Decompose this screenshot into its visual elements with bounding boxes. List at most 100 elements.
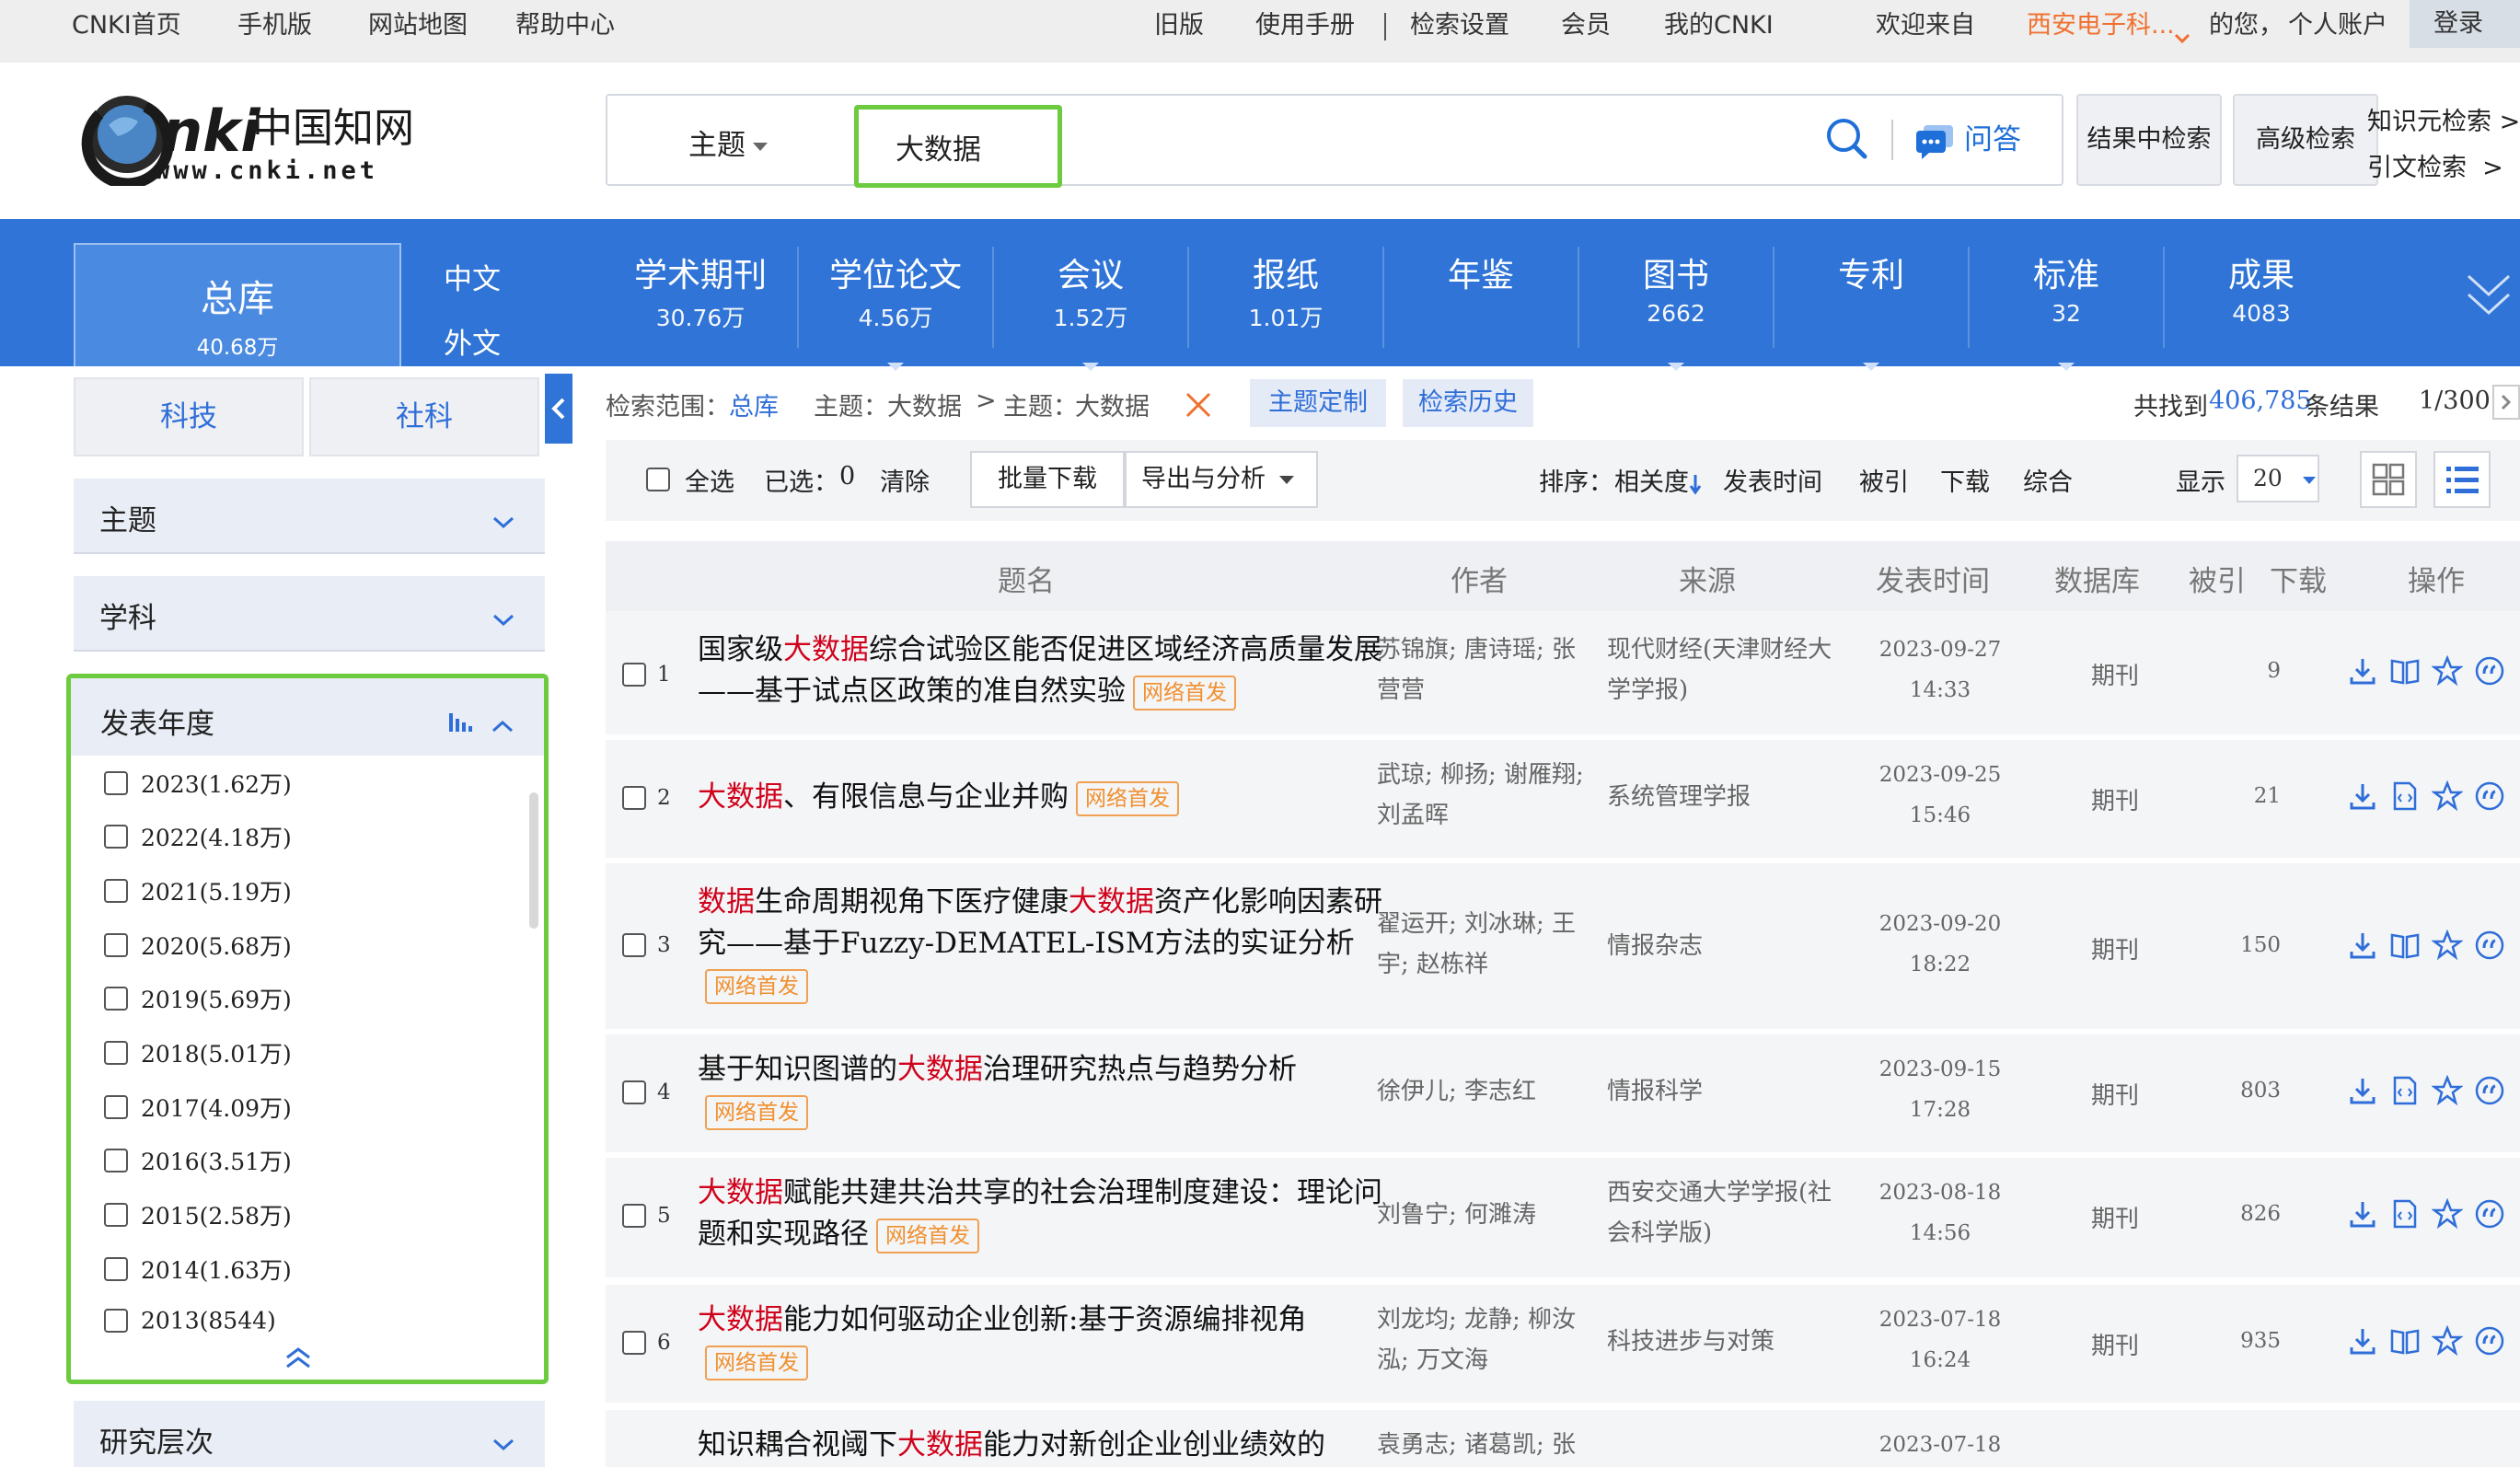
authors[interactable]: 刘鲁宁; 何濉涛 [1377,1195,1598,1235]
sort-date[interactable]: 发表时间 [1723,462,1822,498]
login-button[interactable]: 登录 [2410,0,2520,48]
advanced-search-button[interactable]: 高级检索 [2233,94,2378,186]
tab-total[interactable]: 总库 40.68万 [74,243,401,366]
tab-yearbooks[interactable]: 年鉴 [1384,256,1578,300]
sitemap-link[interactable]: 网站地图 [368,9,468,42]
tab-dissertations[interactable]: 学位论文 4.56万 [799,256,992,371]
checkbox[interactable] [104,1041,128,1065]
qa-button[interactable]: 问答 [1914,116,2021,160]
grid-view-icon[interactable] [2360,451,2417,508]
source-link[interactable]: 西安交通大学学报(社会科学版) [1607,1172,1846,1253]
knowledge-search-link[interactable]: 知识元检索 > [2367,101,2520,137]
tab-conference[interactable]: 会议 1.52万 [994,256,1187,371]
my-cnki-link[interactable]: 我的CNKI [1664,9,1774,42]
year-option[interactable]: 2022(4.18万) [104,820,292,857]
search-history-button[interactable]: 检索历史 [1403,379,1533,427]
year-option[interactable]: 2019(5.69万) [104,982,292,1019]
clear-selection-link[interactable]: 清除 [880,462,930,498]
year-option[interactable]: 2013(8544) [104,1306,276,1343]
export-analysis-button[interactable]: 导出与分析 [1125,451,1318,508]
checkbox[interactable] [104,987,128,1011]
search-field-select[interactable]: 主题 [688,121,768,163]
tab-chinese[interactable]: 中文 [444,256,501,297]
close-icon[interactable] [1184,390,1213,426]
cnki-home-link[interactable]: CNKI首页 [72,9,181,42]
topic-customize-button[interactable]: 主题定制 [1250,379,1386,427]
bar-chart-icon[interactable] [448,706,474,739]
mobile-link[interactable]: 手机版 [237,9,312,42]
tab-standards[interactable]: 标准 32 [1970,256,2163,371]
source-link[interactable]: 情报杂志 [1607,926,1846,966]
source-link[interactable]: 系统管理学报 [1607,777,1846,817]
checkbox[interactable] [104,771,128,795]
checkbox[interactable] [104,879,128,903]
row-checkbox[interactable] [622,1331,646,1355]
result-title-link[interactable]: 大数据能力如何驱动企业创新:基于资源编排视角网络首发 [698,1300,1388,1382]
member-link[interactable]: 会员 [1561,9,1611,42]
org-link[interactable]: 西安电子科... [2027,9,2175,42]
checkbox[interactable] [104,1309,128,1333]
authors[interactable]: 徐伊儿; 李志红 [1377,1071,1598,1112]
authors[interactable]: 翟运开; 刘冰琳; 王宇; 赵栋祥 [1377,904,1598,985]
next-page-button[interactable] [2492,385,2520,420]
result-title-link[interactable]: 国家级大数据综合试验区能否促进区域经济高质量发展——基于试点区政策的准自然实验网… [698,630,1388,712]
tab-patents[interactable]: 专利 [1774,256,1968,371]
chevron-up-icon[interactable] [491,708,514,741]
select-all-checkbox[interactable] [646,464,670,492]
scope-value[interactable]: 总库 [729,387,779,422]
search-settings-link[interactable]: 检索设置 [1410,9,1509,42]
tab-science[interactable]: 科技 [74,377,304,456]
citation-search-link[interactable]: 引文检索 > [2367,147,2503,183]
authors[interactable]: 苏锦旗; 唐诗瑶; 张营营 [1377,630,1598,710]
row-checkbox[interactable] [622,933,646,957]
expand-nav-icon[interactable] [2467,271,2511,326]
search-input[interactable]: 大数据 [854,105,1062,188]
year-option[interactable]: 2014(1.63万) [104,1253,292,1289]
cnki-logo[interactable]: nki 中国知网 www.cnki.net [81,88,449,190]
source-link[interactable]: 现代财经(天津财经大学学报) [1607,630,1846,710]
sort-overall[interactable]: 综合 [2023,462,2073,498]
tab-books[interactable]: 图书 2662 [1579,256,1773,371]
checkbox[interactable] [104,933,128,957]
checkbox[interactable] [104,1257,128,1281]
source-link[interactable]: 科技进步与对策 [1607,1322,1846,1362]
page-size-select[interactable]: 20 [2237,455,2319,502]
list-view-icon[interactable] [2433,451,2491,508]
manual-link[interactable]: 使用手册 [1255,9,1355,42]
year-option[interactable]: 2015(2.58万) [104,1198,292,1235]
tab-journals[interactable]: 学术期刊 30.76万 [604,256,797,333]
tab-newspapers[interactable]: 报纸 1.01万 [1189,256,1382,333]
help-link[interactable]: 帮助中心 [515,9,615,42]
authors[interactable]: 刘龙均; 龙静; 柳汝泓; 万文海 [1377,1300,1598,1380]
tab-social-science[interactable]: 社科 [309,377,539,456]
sort-cited[interactable]: 被引 [1859,462,1909,498]
facet-year-header[interactable]: 发表年度 [71,678,544,756]
checkbox[interactable] [104,1095,128,1119]
year-option[interactable]: 2023(1.62万) [104,767,292,803]
double-chevron-up-icon[interactable] [284,1346,312,1374]
result-title-link[interactable]: 数据生命周期视角下医疗健康大数据资产化影响因素研究——基于Fuzzy-DEMAT… [698,882,1388,1006]
facet-topic[interactable]: 主题 [74,479,545,554]
tab-foreign[interactable]: 外文 [444,320,501,362]
collapse-sidebar-button[interactable] [545,374,572,444]
row-checkbox[interactable] [622,786,646,810]
authors[interactable]: 武琼; 柳扬; 谢雁翔; 刘孟晖 [1377,755,1598,836]
facet-research-level[interactable]: 研究层次 [74,1401,545,1467]
facet-subject[interactable]: 学科 [74,576,545,652]
personal-account-link[interactable]: 个人账户 [2288,9,2387,42]
authors[interactable]: 袁勇志; 诸葛凯; 张 [1377,1425,1598,1465]
checkbox[interactable] [104,1203,128,1227]
year-option[interactable]: 2016(3.51万) [104,1144,292,1181]
old-version-link[interactable]: 旧版 [1154,9,1204,42]
result-title-link[interactable]: 知识耦合视阈下大数据能力对新创企业创业绩效的 [698,1425,1388,1466]
chevron-down-icon[interactable] [2174,20,2191,53]
result-title-link[interactable]: 大数据、有限信息与企业并购 网络首发 [698,777,1388,818]
row-checkbox[interactable] [622,663,646,687]
year-option[interactable]: 2018(5.01万) [104,1036,292,1073]
result-title-link[interactable]: 大数据赋能共建共治共享的社会治理制度建设：理论问题和实现路径 网络首发 [698,1172,1388,1255]
checkbox[interactable] [104,825,128,849]
tab-achievements[interactable]: 成果 4083 [2165,256,2358,327]
select-all-label[interactable]: 全选 [685,462,734,498]
year-option[interactable]: 2021(5.19万) [104,874,292,911]
year-option[interactable]: 2020(5.68万) [104,929,292,965]
